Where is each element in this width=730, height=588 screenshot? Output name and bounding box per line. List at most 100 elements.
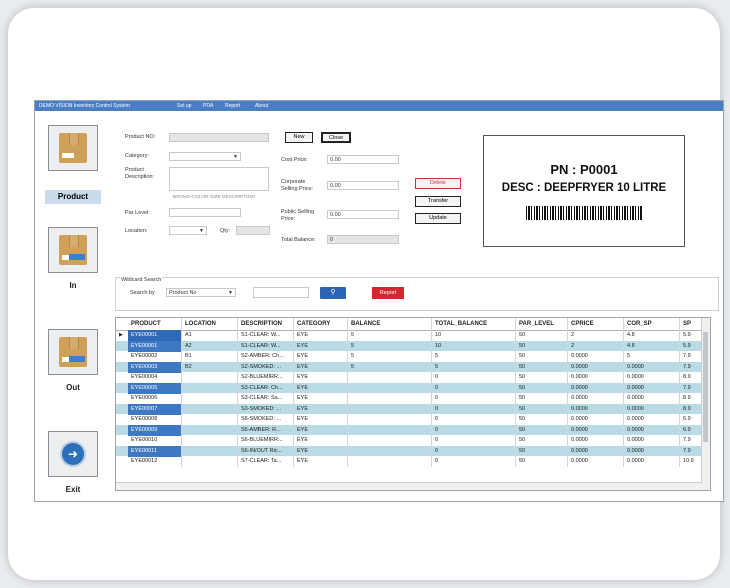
table-row[interactable]: EYE00001 A2 S1-CLEAR: W... EYE 5 10 50 2 4.8 5.9 (116, 340, 702, 352)
table-cell[interactable]: 0.0000 (568, 351, 624, 362)
table-cell[interactable] (348, 445, 432, 457)
table-cell[interactable]: 8.9 (680, 393, 702, 404)
table-cell[interactable]: EYE (294, 414, 348, 425)
table-cell[interactable]: EYE (294, 330, 348, 341)
table-cell[interactable] (348, 414, 432, 425)
table-cell[interactable]: 0.0000 (568, 445, 624, 457)
table-cell[interactable]: 0.0000 (568, 403, 624, 415)
table-cell[interactable] (182, 435, 238, 446)
table-cell[interactable]: 0.0000 (624, 445, 680, 457)
product-desc-field[interactable] (169, 167, 269, 191)
table-cell[interactable]: 5 (348, 351, 432, 362)
table-cell[interactable]: 0.0000 (568, 414, 624, 425)
table-cell[interactable]: EYE00007 (128, 403, 182, 415)
table-cell[interactable]: 5 (624, 351, 680, 362)
table-cell[interactable]: EYE00008 (128, 414, 182, 425)
table-cell[interactable]: 0.0000 (624, 435, 680, 446)
table-cell[interactable] (182, 403, 238, 415)
table-row[interactable]: EYE00003 B2 S2-SMOKED: ... EYE 5 5 50 0.0000 0.0… (116, 361, 702, 373)
table-cell[interactable]: S2-AMBER: Ch... (238, 351, 294, 362)
table-cell[interactable] (348, 435, 432, 446)
column-header-description[interactable]: DESCRIPTION (238, 318, 294, 330)
table-cell[interactable]: 7.9 (680, 351, 702, 362)
table-cell[interactable]: EYE00010 (128, 435, 182, 446)
table-cell[interactable]: 0.0000 (568, 456, 624, 467)
table-cell[interactable]: EYE (294, 424, 348, 436)
table-cell[interactable]: 50 (516, 435, 568, 446)
table-cell[interactable]: 50 (516, 456, 568, 467)
table-cell[interactable]: 0.0000 (568, 372, 624, 383)
table-cell[interactable]: 0.0000 (568, 361, 624, 373)
table-cell[interactable] (348, 382, 432, 394)
column-header-par-level[interactable]: PAR_LEVEL (516, 318, 568, 330)
product-no-field[interactable] (169, 133, 269, 142)
table-cell[interactable] (182, 414, 238, 425)
table-cell[interactable]: 0.0000 (624, 456, 680, 467)
table-cell[interactable]: 0.0000 (568, 382, 624, 394)
table-cell[interactable]: EYE (294, 372, 348, 383)
table-cell[interactable]: EYE (294, 456, 348, 467)
delete-button[interactable]: Delete (415, 178, 461, 189)
table-row[interactable]: EYE00002 B1 S2-AMBER: Ch... EYE 5 5 50 0.0000 5 7… (116, 351, 702, 362)
table-cell[interactable]: 50 (516, 403, 568, 415)
corporate-price-field[interactable]: 0.00 (327, 181, 399, 190)
table-cell[interactable]: 5.9 (680, 340, 702, 352)
table-cell[interactable]: 50 (516, 361, 568, 373)
table-row[interactable]: EYE00004 S2-BLUEMIRR... EYE 0 50 0.0000 0.0000… (116, 372, 702, 383)
table-cell[interactable]: 6.9 (680, 414, 702, 425)
table-cell[interactable] (348, 372, 432, 383)
qty-field[interactable] (236, 226, 270, 235)
table-cell[interactable]: EYE (294, 340, 348, 352)
table-cell[interactable]: 0.0000 (624, 424, 680, 436)
table-cell[interactable] (348, 456, 432, 467)
table-cell[interactable]: 50 (516, 414, 568, 425)
table-cell[interactable]: S6-IN/OUT Ric... (238, 445, 294, 457)
table-cell[interactable]: 50 (516, 340, 568, 352)
table-cell[interactable]: 7.9 (680, 435, 702, 446)
table-row[interactable]: EYE00012 S7-CLEAR: Ta... EYE 0 50 0.0000 0.000… (116, 456, 702, 467)
table-cell[interactable]: 50 (516, 424, 568, 436)
column-header-location[interactable]: LOCATION (182, 318, 238, 330)
table-cell[interactable]: EYE00001 (128, 340, 182, 352)
table-cell[interactable]: B2 (182, 361, 238, 373)
table-cell[interactable]: 4.8 (624, 330, 680, 341)
table-cell[interactable]: 5 (348, 340, 432, 352)
table-cell[interactable]: 8.9 (680, 372, 702, 383)
out-button[interactable] (48, 329, 98, 375)
table-cell[interactable]: 0 (432, 456, 516, 467)
table-cell[interactable]: 6.9 (680, 424, 702, 436)
table-cell[interactable]: 0.0000 (624, 372, 680, 383)
table-cell[interactable]: 0 (432, 382, 516, 394)
column-header-sp[interactable]: SP (680, 318, 702, 330)
table-cell[interactable] (182, 382, 238, 394)
table-cell[interactable] (348, 393, 432, 404)
table-row[interactable]: ▶ EYE00001 A1 S1-CLEAR: W... EYE 5 10 50 2 4.8 5.9 (116, 330, 702, 341)
table-cell[interactable]: A1 (182, 330, 238, 341)
new-button[interactable]: New (285, 132, 313, 143)
table-cell[interactable]: 0 (432, 372, 516, 383)
table-cell[interactable]: S6-SMOKED: ... (238, 414, 294, 425)
column-header-total-balance[interactable]: TOTAL_BALANCE (432, 318, 516, 330)
category-select[interactable]: ▼ (169, 152, 241, 161)
update-button[interactable]: Update (415, 213, 461, 224)
table-cell[interactable]: S1-CLEAR: W... (238, 330, 294, 341)
menu-setup[interactable]: Set up (177, 101, 191, 111)
table-cell[interactable]: 5 (432, 351, 516, 362)
table-cell[interactable]: 50 (516, 330, 568, 341)
table-cell[interactable]: 0 (432, 403, 516, 415)
table-row[interactable]: EYE00006 S3-CLEAR: Sa... EYE 0 50 0.0000 0.000… (116, 393, 702, 404)
table-row[interactable]: EYE00010 S6-BLUEMIRR... EYE 0 50 0.0000 0.0000… (116, 435, 702, 446)
table-cell[interactable]: 5 (348, 361, 432, 373)
search-input[interactable] (253, 287, 309, 298)
table-cell[interactable] (182, 456, 238, 467)
table-cell[interactable]: EYE (294, 435, 348, 446)
menu-report[interactable]: Report (225, 101, 240, 111)
table-cell[interactable]: EYE (294, 393, 348, 404)
table-cell[interactable]: 0.0000 (568, 424, 624, 436)
table-cell[interactable]: 10.9 (680, 456, 702, 467)
table-cell[interactable]: 10 (432, 330, 516, 341)
table-cell[interactable]: EYE00005 (128, 382, 182, 394)
horizontal-scrollbar[interactable] (116, 482, 702, 490)
table-cell[interactable]: S3-CLEAR: Sa... (238, 393, 294, 404)
table-cell[interactable] (182, 393, 238, 404)
